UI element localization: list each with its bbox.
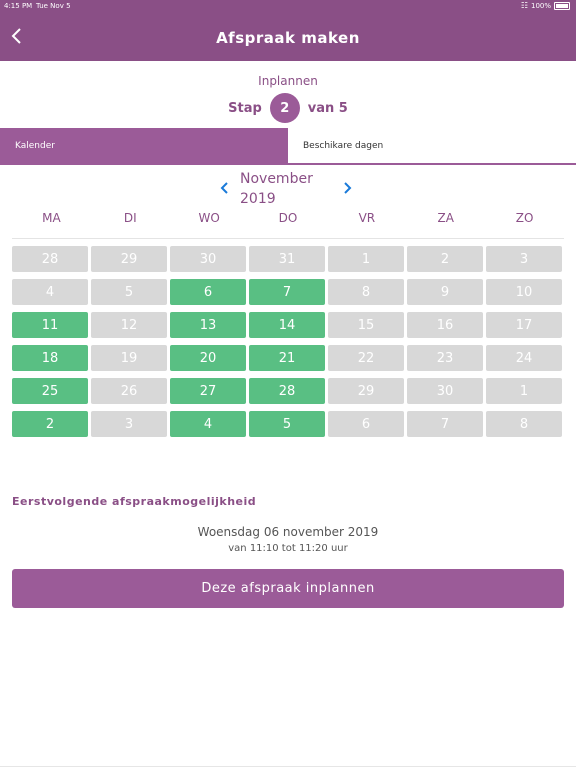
calendar-day-unavailable: 6 (328, 411, 404, 437)
calendar-day-unavailable: 24 (486, 345, 562, 371)
weekday-label: ZO (515, 211, 534, 225)
divider (0, 766, 576, 767)
calendar-day-unavailable: 2 (407, 246, 483, 272)
step-suffix: van 5 (307, 100, 348, 116)
calendar-grid: 28 29 30 31 1 2 3 4 5 6 7 8 9 10 11 12 13 14 15 16 17 18 19 20 2… (12, 246, 564, 437)
chevron-right-icon (344, 182, 352, 194)
step-indicator: Stap 2 van 5 (0, 93, 576, 123)
calendar-day-unavailable: 15 (328, 312, 404, 338)
calendar-day-unavailable: 29 (328, 378, 404, 404)
divider (12, 238, 564, 239)
next-appointment-date: Woensdag 06 november 2019 (197, 525, 379, 539)
calendar-day-available[interactable]: 7 (249, 279, 325, 305)
calendar-day-available[interactable]: 27 (170, 378, 246, 404)
calendar-day-unavailable: 29 (91, 246, 167, 272)
step-number-badge: 2 (269, 93, 300, 123)
status-bar: 4:15 PM Tue Nov 5 ☷ 100% (0, 0, 576, 12)
app-header: 4:15 PM Tue Nov 5 ☷ 100% Afspraak maken (0, 0, 576, 61)
schedule-appointment-button[interactable]: Deze afspraak inplannen (12, 569, 564, 608)
chevron-left-icon (220, 182, 228, 194)
calendar-day-available[interactable]: 6 (170, 279, 246, 305)
battery-percentage: 100% (530, 2, 551, 10)
calendar-day-available[interactable]: 18 (12, 345, 88, 371)
page-title: Afspraak maken (216, 29, 360, 47)
calendar-day-unavailable: 28 (12, 246, 88, 272)
calendar-day-unavailable: 22 (328, 345, 404, 371)
calendar-day-unavailable: 26 (91, 378, 167, 404)
calendar-day-available[interactable]: 28 (249, 378, 325, 404)
calendar-day-unavailable: 3 (91, 411, 167, 437)
calendar-day-available[interactable]: 20 (170, 345, 246, 371)
calendar-day-unavailable: 19 (91, 345, 167, 371)
month-name: November (240, 171, 313, 187)
wifi-icon: ☷ (520, 1, 528, 10)
calendar-day-available[interactable]: 11 (12, 312, 88, 338)
calendar-day-unavailable: 3 (486, 246, 562, 272)
weekday-label: DO (278, 211, 298, 225)
weekday-label: VR (358, 211, 376, 225)
calendar-day-available[interactable]: 21 (249, 345, 325, 371)
calendar-day-unavailable: 30 (170, 246, 246, 272)
month-year-label: November 2019 (240, 169, 340, 209)
calendar-day-unavailable: 8 (486, 411, 562, 437)
step-label: Inplannen (258, 74, 318, 88)
step-prefix: Stap (228, 100, 262, 116)
weekday-label: MA (42, 211, 61, 225)
calendar-day-unavailable: 5 (91, 279, 167, 305)
calendar-day-unavailable: 10 (486, 279, 562, 305)
tab-beschikbare-dagen[interactable]: Beschikare dagen (288, 128, 576, 163)
calendar-day-unavailable: 9 (407, 279, 483, 305)
calendar-day-available[interactable]: 5 (249, 411, 325, 437)
calendar-day-unavailable: 4 (12, 279, 88, 305)
next-appointment-heading: Eerstvolgende afspraakmogelijkheid (12, 495, 257, 508)
weekday-header: MA DI WO DO VR ZA ZO (12, 211, 564, 225)
month-navigation: November 2019 (0, 168, 576, 212)
calendar-day-unavailable: 1 (486, 378, 562, 404)
calendar-day-available[interactable]: 2 (12, 411, 88, 437)
calendar-day-unavailable: 16 (407, 312, 483, 338)
calendar-day-available[interactable]: 13 (170, 312, 246, 338)
calendar-day-unavailable: 17 (486, 312, 562, 338)
battery-icon (554, 2, 570, 10)
previous-month-button[interactable] (220, 180, 230, 199)
next-appointment-time: van 11:10 tot 11:20 uur (228, 543, 348, 554)
calendar-day-available[interactable]: 14 (249, 312, 325, 338)
next-month-button[interactable] (342, 180, 352, 199)
status-indicators: ☷ 100% (521, 2, 570, 10)
weekday-label: ZA (437, 211, 454, 225)
calendar-day-unavailable: 31 (249, 246, 325, 272)
status-date: Tue Nov 5 (36, 2, 71, 10)
tab-kalender[interactable]: Kalender (0, 128, 288, 163)
tab-bar: Kalender Beschikare dagen (0, 128, 576, 165)
weekday-label: DI (123, 211, 137, 225)
calendar-day-unavailable: 7 (407, 411, 483, 437)
calendar-day-available[interactable]: 25 (12, 378, 88, 404)
year-label: 2019 (240, 191, 276, 207)
calendar-day-unavailable: 23 (407, 345, 483, 371)
calendar-day-available[interactable]: 4 (170, 411, 246, 437)
calendar-day-unavailable: 8 (328, 279, 404, 305)
weekday-label: WO (198, 211, 220, 225)
status-time: 4:15 PM (4, 2, 33, 10)
calendar-day-unavailable: 30 (407, 378, 483, 404)
calendar-day-unavailable: 12 (91, 312, 167, 338)
calendar-day-unavailable: 1 (328, 246, 404, 272)
